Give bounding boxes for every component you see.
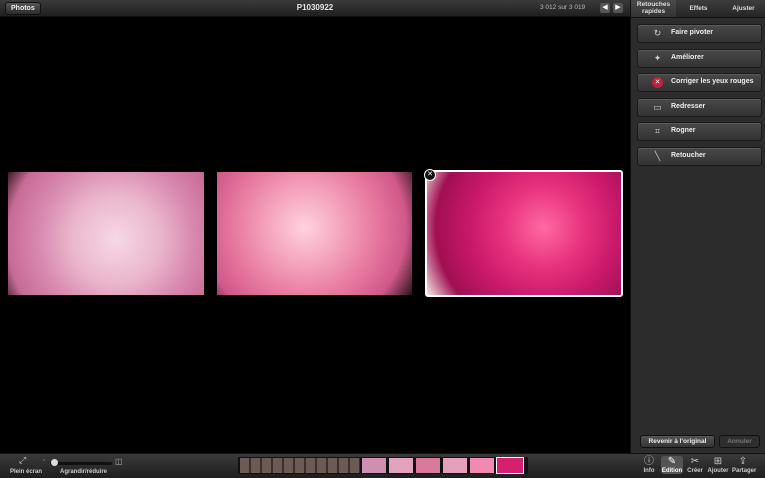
filmstrip-thumbnail[interactable] — [443, 458, 467, 473]
tab-effets[interactable]: Effets — [676, 0, 721, 17]
zoom-slider[interactable] — [50, 462, 112, 465]
tool-label: Corriger les yeux rouges — [671, 78, 754, 85]
create-button[interactable]: ✂ Créer — [684, 456, 706, 474]
filmstrip-thumbnail[interactable] — [362, 458, 386, 473]
edit-panel: Retouches rapides Effets Ajuster ↻ Faire… — [630, 0, 765, 453]
add-icon: ⊞ — [713, 456, 723, 467]
create-icon: ✂ — [690, 456, 700, 467]
filmstrip-thumbnail[interactable] — [389, 458, 413, 473]
edit-tabs: Retouches rapides Effets Ajuster — [631, 0, 765, 18]
tab-label: Retouches rapides — [636, 1, 671, 15]
arrow-right-icon[interactable]: ▶ — [613, 3, 623, 13]
filmstrip[interactable] — [238, 457, 528, 474]
red-eye-button[interactable]: ✕ Corriger les yeux rouges — [637, 73, 762, 92]
tool-label: Améliorer — [671, 54, 704, 61]
info-button[interactable]: ⓘ Info — [638, 456, 660, 474]
straighten-button[interactable]: ▭ Redresser — [637, 98, 762, 117]
retouch-button[interactable]: ╲ Retoucher — [637, 147, 762, 166]
photo-viewer: ✕ — [0, 17, 630, 453]
photo-title: P1030922 — [296, 3, 334, 12]
zoom-label: Agrandir/réduire — [60, 469, 108, 475]
rotate-button[interactable]: ↻ Faire pivoter — [637, 24, 762, 43]
edit-button[interactable]: ✎ Edition — [661, 456, 683, 474]
share-button[interactable]: ⇪ Partager — [732, 456, 757, 474]
bottom-tool-label: Edition — [661, 468, 683, 474]
bottom-toolbar: ⤢ Plein écran ▫ ◫ Agrandir/réduire ⓘ Inf… — [0, 453, 765, 478]
straighten-icon: ▭ — [653, 102, 662, 112]
photo-thumbnail[interactable] — [8, 172, 204, 295]
bottom-tool-label: Créer — [687, 468, 703, 474]
tool-label: Faire pivoter — [671, 29, 714, 36]
tool-label: Redresser — [671, 103, 706, 110]
rotate-icon: ↻ — [653, 28, 662, 38]
filmstrip-thumbnail[interactable] — [240, 458, 360, 473]
revert-button[interactable]: Revenir à l'original — [640, 435, 715, 448]
zoom-slider-knob[interactable] — [51, 459, 58, 466]
crop-button[interactable]: ⌗ Rogner — [637, 122, 762, 141]
photo-counter: 3 012 sur 3 019 — [540, 4, 586, 11]
red-eye-icon: ✕ — [652, 77, 663, 88]
selected-photo[interactable]: ✕ — [424, 169, 623, 297]
add-button[interactable]: ⊞ Ajouter — [707, 456, 729, 474]
bottom-tool-label: Ajouter — [707, 468, 729, 474]
tool-label: Rogner — [671, 127, 696, 134]
bottom-tool-label: Partager — [732, 468, 757, 474]
brush-icon: ╲ — [654, 151, 661, 161]
magic-wand-icon: ✦ — [653, 53, 662, 63]
bottom-tool-label: Info — [643, 468, 655, 474]
share-icon: ⇪ — [738, 456, 748, 467]
tool-label: Retoucher — [671, 152, 706, 159]
viewer-toolbar: Photos P1030922 3 012 sur 3 019 ◀ ▶ — [0, 0, 630, 17]
fullscreen-label[interactable]: Plein écran — [10, 469, 42, 475]
zoom-out-icon[interactable]: ▫ — [43, 458, 45, 464]
photo-thumbnail[interactable] — [217, 172, 412, 295]
filmstrip-thumbnail[interactable] — [416, 458, 440, 473]
fullscreen-icon[interactable]: ⤢ — [19, 455, 26, 466]
info-icon: ⓘ — [644, 456, 654, 467]
crop-icon: ⌗ — [654, 126, 661, 136]
tab-retouches-rapides[interactable]: Retouches rapides — [631, 0, 676, 17]
filmstrip-thumbnail-selected[interactable] — [496, 457, 524, 474]
enhance-button[interactable]: ✦ Améliorer — [637, 49, 762, 68]
arrow-left-icon[interactable]: ◀ — [600, 3, 610, 13]
filmstrip-thumbnail[interactable] — [470, 458, 494, 473]
close-icon[interactable]: ✕ — [424, 169, 436, 181]
pencil-icon: ✎ — [667, 456, 677, 467]
tab-ajuster[interactable]: Ajuster — [721, 0, 765, 17]
cancel-button[interactable]: Annuler — [719, 435, 760, 448]
zoom-in-icon[interactable]: ◫ — [115, 457, 123, 466]
